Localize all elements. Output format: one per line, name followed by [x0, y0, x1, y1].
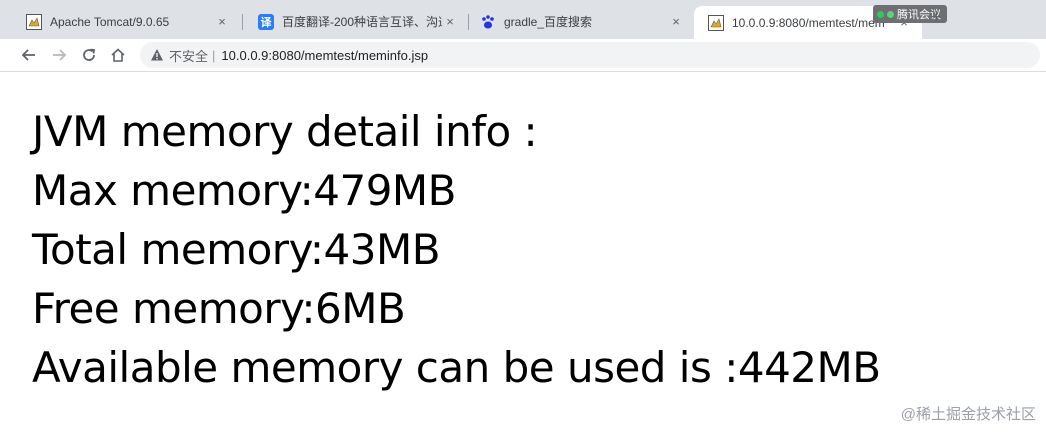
tab-title: 百度翻译-200种语言互译、沟通 [282, 15, 442, 29]
translate-favicon-icon: 译 [258, 13, 274, 30]
security-status-label[interactable]: 不安全 [169, 46, 208, 65]
jvm-heading: JVM memory detail info : [32, 107, 538, 156]
close-icon[interactable]: × [668, 14, 684, 29]
new-tab-button[interactable]: + [931, 7, 942, 28]
baidu-paw-icon [480, 14, 496, 30]
tab-title: gradle_百度搜索 [504, 15, 593, 29]
back-button[interactable] [18, 44, 40, 66]
tab-separator [242, 14, 243, 30]
tab-baidu-translate[interactable]: 译 百度翻译-200种语言互译、沟通 × [244, 6, 468, 37]
watermark: @稀土掘金技术社区 [900, 406, 1036, 423]
tab-title: Apache Tomcat/9.0.65 [50, 14, 170, 29]
tomcat-favicon-icon [26, 13, 42, 30]
close-icon[interactable]: × [214, 14, 230, 29]
tab-title: 10.0.0.9:8080/memtest/mem [732, 15, 885, 30]
close-icon[interactable]: × [442, 14, 458, 29]
total-memory-line: Total memory:43MB [32, 225, 441, 274]
page-content: JVM memory detail info : Max memory:479M… [32, 102, 881, 397]
address-bar[interactable]: 不安全 | 10.0.0.9:8080/memtest/meminfo.jsp [140, 42, 1040, 68]
forward-button[interactable] [48, 44, 70, 66]
reload-button[interactable] [78, 44, 100, 66]
reload-icon [83, 48, 96, 61]
page-favicon-icon [708, 14, 724, 31]
tab-gradle-search[interactable]: gradle_百度搜索 × [466, 6, 694, 37]
url-text[interactable]: 10.0.0.9:8080/memtest/meminfo.jsp [221, 48, 428, 63]
browser-toolbar: 不安全 | 10.0.0.9:8080/memtest/meminfo.jsp [0, 39, 1046, 72]
address-separator: | [212, 47, 216, 63]
max-memory-line: Max memory:479MB [32, 166, 456, 215]
translate-favicon-text: 译 [260, 16, 272, 29]
tab-apache-tomcat[interactable]: Apache Tomcat/9.0.65 × [12, 6, 240, 37]
meeting-status-icon [877, 10, 884, 18]
available-memory-line: Available memory can be used is :442MB [32, 343, 881, 392]
arrow-left-icon [21, 49, 35, 61]
browser-window: Apache Tomcat/9.0.65 × 译 百度翻译-200种语言互译、沟… [0, 0, 1046, 432]
home-icon [111, 48, 125, 62]
warning-icon[interactable] [150, 48, 164, 62]
tab-strip: Apache Tomcat/9.0.65 × 译 百度翻译-200种语言互译、沟… [0, 0, 1046, 39]
home-button[interactable] [107, 44, 129, 66]
arrow-right-icon [53, 49, 67, 61]
meeting-status-icon [887, 10, 894, 18]
free-memory-line: Free memory:6MB [32, 284, 406, 333]
